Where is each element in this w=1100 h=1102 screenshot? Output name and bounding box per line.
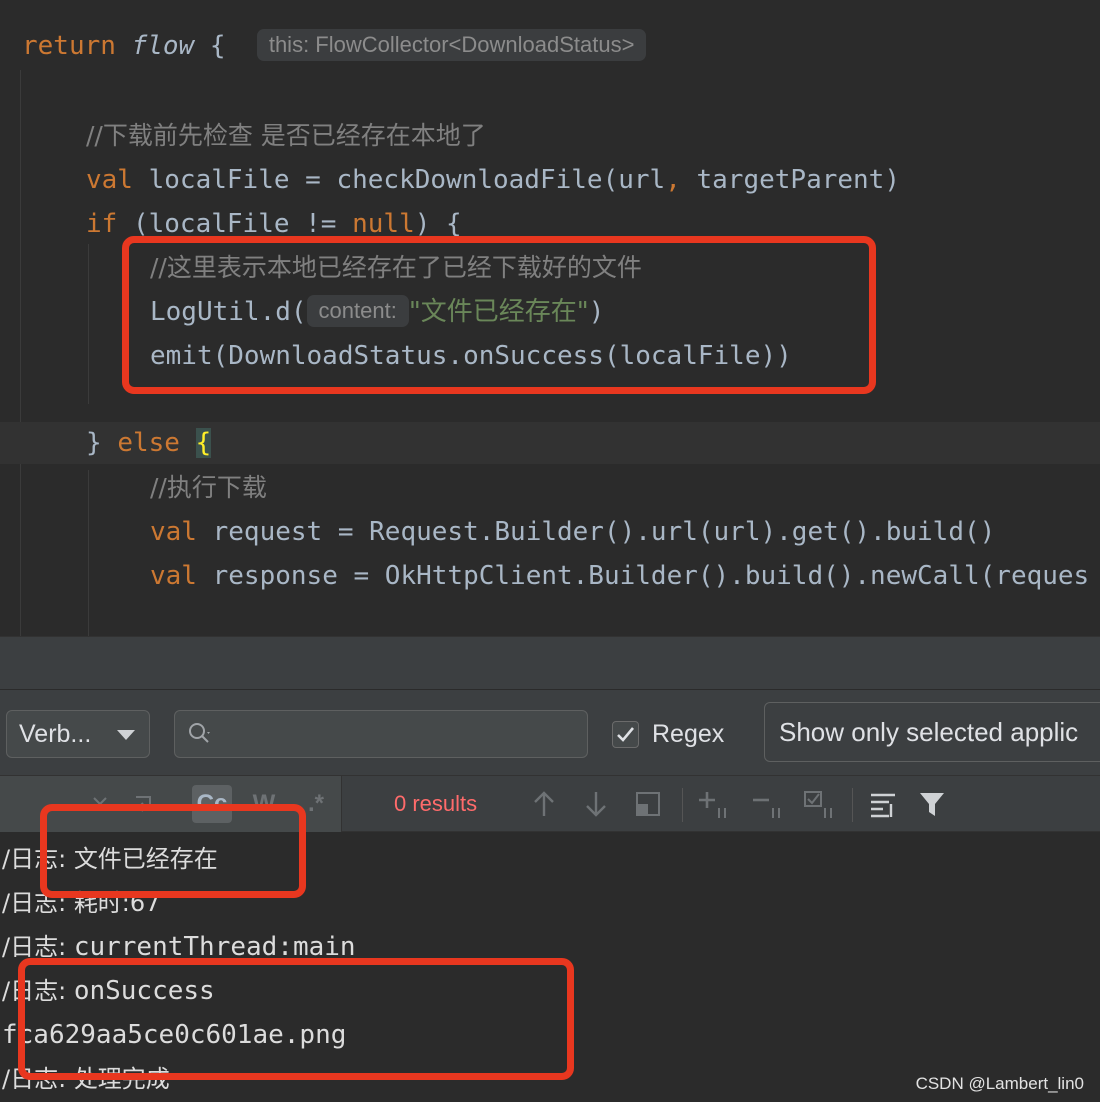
- code-line-9[interactable]: //执行下载: [150, 466, 267, 510]
- code-line-10[interactable]: val request = Request.Builder().url(url)…: [150, 510, 995, 554]
- code-text: ) {: [414, 209, 462, 239]
- search-results-count: 0 results: [394, 791, 478, 816]
- code-text: request = Request.Builder().url(url).get…: [196, 517, 996, 547]
- log-prefix: /日志:: [2, 977, 74, 1005]
- log-message: ca629aa5ce0c601ae.png: [17, 1020, 347, 1050]
- log-line-4[interactable]: /日志: onSuccess: [2, 969, 215, 1013]
- code-text: localFile = checkDownloadFile(url: [132, 165, 666, 195]
- function-flow: flow: [131, 31, 195, 61]
- add-occurrence-icon[interactable]: [694, 785, 734, 823]
- keyword-if: if: [86, 209, 118, 239]
- arrow-down-icon[interactable]: [576, 785, 616, 823]
- newline-icon[interactable]: [124, 785, 164, 823]
- keyword-null: null: [352, 209, 415, 239]
- logcat-search-input[interactable]: [174, 710, 588, 758]
- app-filter-dropdown[interactable]: Show only selected applic: [764, 702, 1100, 762]
- remove-occurrence-icon[interactable]: [748, 785, 788, 823]
- checkmark-icon: [617, 727, 634, 742]
- keyword-else: else: [117, 428, 180, 458]
- log-level-value: Verb...: [19, 720, 92, 748]
- log-message: currentThread:main: [73, 932, 356, 962]
- chevron-down-icon: [117, 730, 135, 740]
- select-all-icon[interactable]: [800, 785, 840, 823]
- code-line-3[interactable]: val localFile = checkDownloadFile(url, t…: [86, 158, 900, 202]
- code-line-7[interactable]: emit(DownloadStatus.onSuccess(localFile)…: [150, 334, 792, 378]
- log-line-1[interactable]: /日志: 文件已经存在: [2, 837, 218, 881]
- log-message: 文件已经存在: [73, 845, 218, 873]
- code-text: (localFile !=: [117, 209, 353, 239]
- inlay-hint-content: content:: [306, 295, 409, 327]
- log-level-dropdown[interactable]: Verb...: [6, 710, 150, 758]
- code-text: ): [588, 297, 605, 327]
- code-line-8[interactable]: } else {: [86, 421, 212, 465]
- logcat-toolbar: Verb... Regex Show only selected applic: [0, 690, 1100, 776]
- indent-guide: [88, 244, 89, 404]
- select-all-occurrences-icon[interactable]: [628, 785, 668, 823]
- clear-search-icon[interactable]: [80, 785, 120, 823]
- keyword-val: val: [150, 517, 197, 547]
- log-line-2[interactable]: /日志: 耗时:67: [2, 881, 160, 925]
- code-line-1[interactable]: return flow { this: FlowCollector<Downlo…: [22, 24, 647, 68]
- toolbar-separator: [682, 788, 683, 822]
- watermark: CSDN @Lambert_lin0: [915, 1074, 1084, 1093]
- keyword-val: val: [86, 165, 133, 195]
- code-line-4[interactable]: if (localFile != null) {: [86, 202, 462, 246]
- arrow-up-icon[interactable]: [524, 785, 564, 823]
- code-text: response = OkHttpClient.Builder().build(…: [196, 561, 1090, 591]
- log-prefix: /日志:: [2, 845, 74, 873]
- find-input[interactable]: Cc W .*: [0, 776, 342, 832]
- code-line-5[interactable]: //这里表示本地已经存在了已经下载好的文件: [150, 246, 642, 290]
- toolbar-separator: [852, 788, 853, 822]
- regex-checkbox[interactable]: [612, 721, 639, 748]
- log-line-5[interactable]: fca629aa5ce0c601ae.png: [2, 1013, 346, 1057]
- app-filter-value: Show only selected applic: [779, 717, 1079, 747]
- code-line-11[interactable]: val response = OkHttpClient.Builder().bu…: [150, 554, 1089, 598]
- indent-guide: [20, 70, 21, 636]
- log-message: 耗时:67: [73, 889, 161, 917]
- match-case-icon[interactable]: Cc: [192, 785, 232, 823]
- search-icon: [189, 723, 210, 743]
- filter-lines-icon[interactable]: [864, 785, 904, 823]
- regex-icon[interactable]: .*: [296, 785, 336, 823]
- keyword-return: return: [22, 31, 116, 61]
- inlay-hint-receiver: this: FlowCollector<DownloadStatus>: [256, 29, 647, 61]
- logcat-panel-header: [0, 636, 1100, 690]
- string-literal: "文件已经存在": [408, 297, 589, 327]
- open-brace: {: [209, 31, 226, 61]
- log-line-3[interactable]: /日志: currentThread:main: [2, 925, 356, 969]
- code-editor[interactable]: return flow { this: FlowCollector<Downlo…: [0, 0, 1100, 636]
- keyword-val: val: [150, 561, 197, 591]
- code-text: LogUtil.d(: [150, 297, 307, 327]
- close-brace: }: [86, 428, 118, 458]
- matched-brace: {: [195, 428, 212, 458]
- log-message: onSuccess: [73, 976, 215, 1006]
- code-text: targetParent): [680, 165, 900, 195]
- indent-guide: [88, 470, 89, 636]
- log-line-6[interactable]: /日志: 处理完成: [2, 1057, 170, 1101]
- logcat-output[interactable]: /日志: 文件已经存在 /日志: 耗时:67 /日志: currentThrea…: [0, 832, 1100, 1102]
- filter-icon[interactable]: [912, 785, 952, 823]
- find-bar: Cc W .* 0 results: [0, 776, 1100, 832]
- log-prefix: /日志:: [2, 933, 74, 961]
- log-prefix: f: [2, 1020, 18, 1050]
- log-prefix: /日志:: [2, 1065, 74, 1093]
- code-line-6[interactable]: LogUtil.d(content: "文件已经存在"): [150, 290, 604, 334]
- log-message: 处理完成: [73, 1065, 170, 1093]
- code-line-2[interactable]: //下载前先检查 是否已经存在本地了: [86, 114, 486, 158]
- regex-label: Regex: [652, 720, 725, 748]
- comma: ,: [665, 165, 681, 195]
- log-prefix: /日志:: [2, 889, 74, 917]
- whole-words-icon[interactable]: W: [244, 785, 284, 823]
